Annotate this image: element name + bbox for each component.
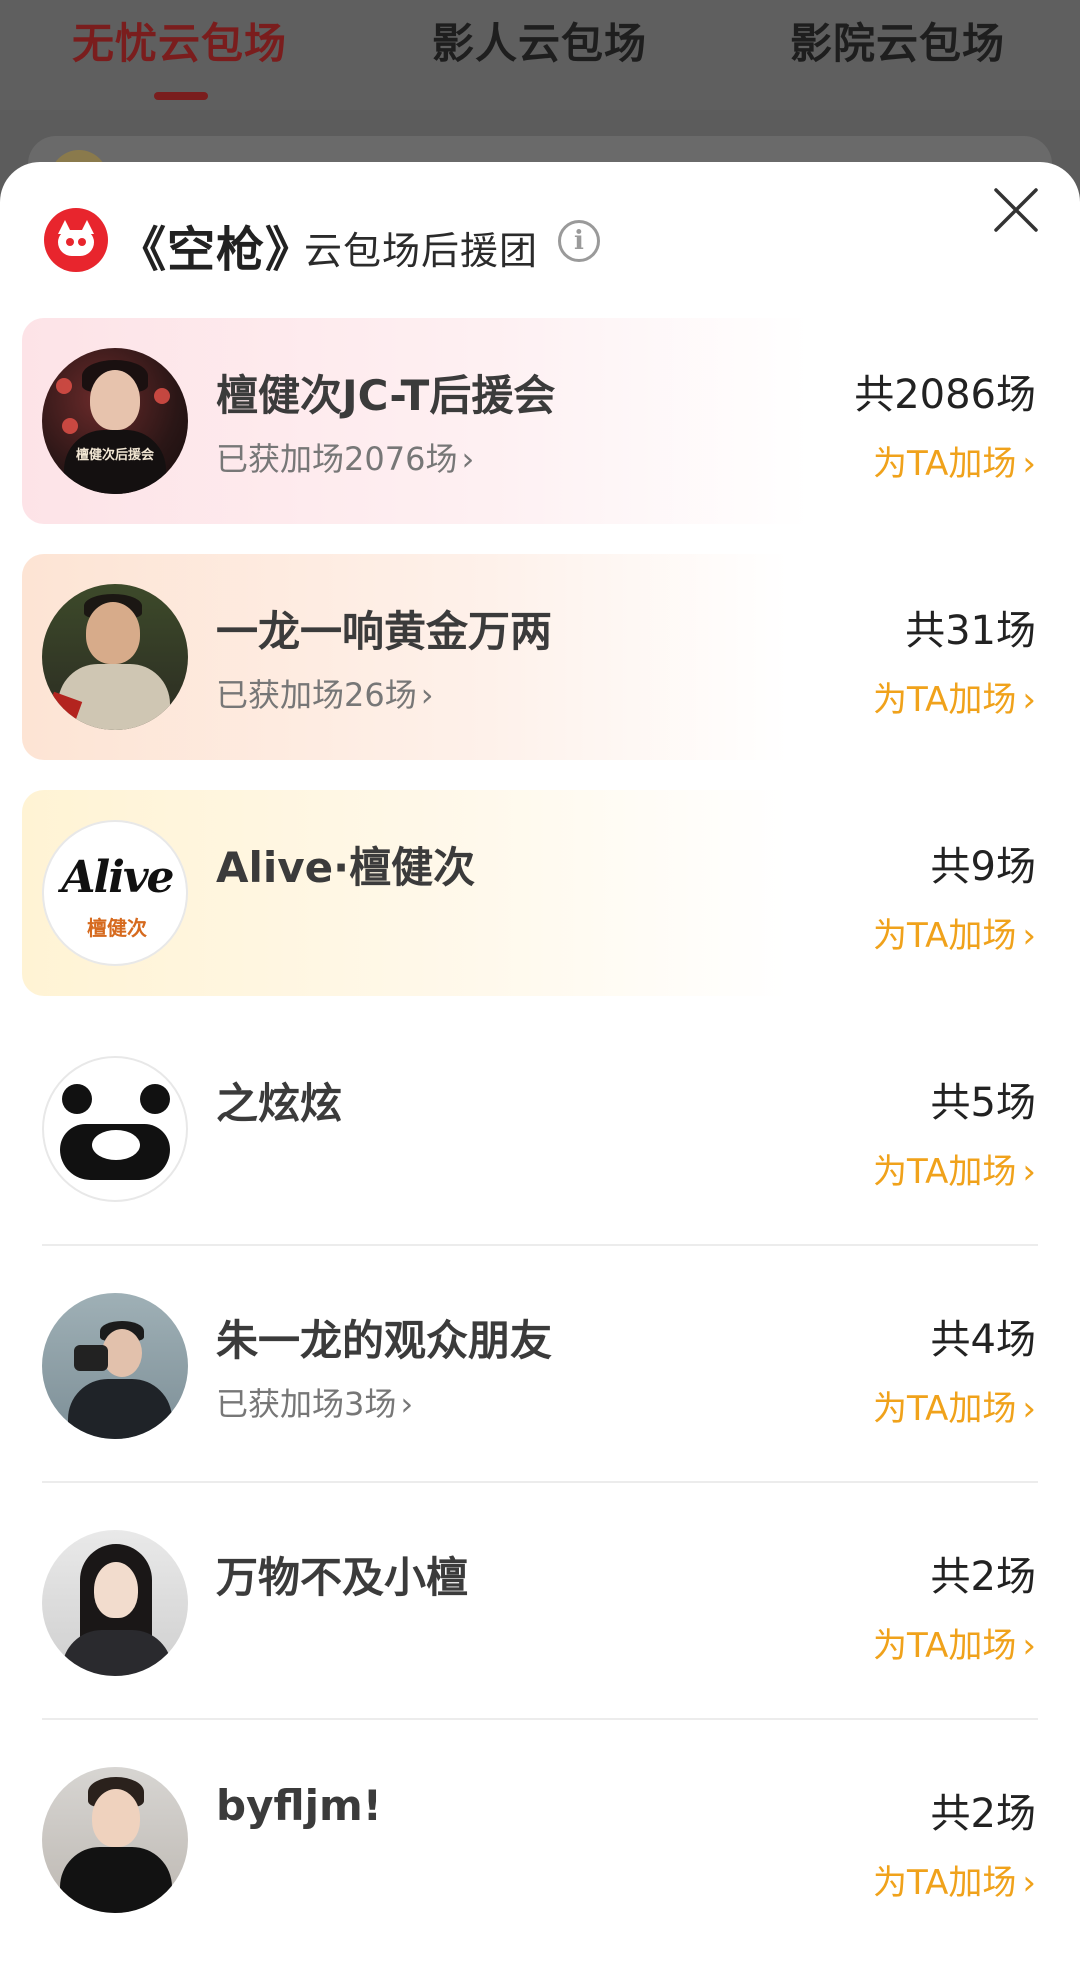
total-count: 共2场 [930, 1791, 1036, 1837]
got-extra-link[interactable]: 已获加场26场 › [216, 670, 434, 716]
avatar [42, 1056, 188, 1202]
chevron-right-icon: › [1022, 444, 1036, 484]
boost-button[interactable]: 为TA加场 › [873, 672, 1036, 721]
divider [42, 1481, 1038, 1483]
total-count: 共31场 [905, 608, 1036, 654]
boost-button[interactable]: 为TA加场 › [873, 908, 1036, 957]
group-name: 之炫炫 [216, 1079, 343, 1128]
close-icon[interactable] [990, 184, 1042, 236]
total-count: 共9场 [930, 844, 1036, 890]
list-item[interactable]: 一龙一响黄金万两 已获加场26场 › 共31场 为TA加场 › [22, 554, 1058, 760]
avatar: 檀健次后援会 [42, 348, 188, 494]
boost-button[interactable]: 为TA加场 › [873, 1618, 1036, 1667]
group-name: byfljm! [216, 1781, 382, 1830]
total-count: 共4场 [930, 1317, 1036, 1363]
group-name: Alive·檀健次 [216, 843, 476, 892]
avatar [42, 1767, 188, 1913]
avatar-cn-text: 檀健次 [87, 916, 147, 940]
divider [42, 1244, 1038, 1246]
cat-logo-icon [44, 208, 108, 272]
avatar [42, 1293, 188, 1439]
got-extra-link[interactable]: 已获加场2076场 › [216, 434, 474, 480]
group-name: 朱一龙的观众朋友 [216, 1316, 553, 1365]
active-tab-indicator [154, 92, 208, 100]
list-item[interactable]: Alive 檀健次 Alive·檀健次 共9场 为TA加场 › [22, 790, 1058, 996]
avatar-caption: 檀健次后援会 [75, 448, 154, 463]
info-icon[interactable]: i [558, 220, 600, 262]
group-name: 万物不及小檀 [216, 1553, 469, 1602]
avatar [42, 584, 188, 730]
boost-button[interactable]: 为TA加场 › [873, 1855, 1036, 1904]
chevron-right-icon: › [420, 676, 434, 714]
avatar [42, 1530, 188, 1676]
chevron-right-icon: › [1022, 1389, 1036, 1429]
chevron-right-icon: › [1022, 1152, 1036, 1192]
total-count: 共5场 [930, 1080, 1036, 1126]
chevron-right-icon: › [1022, 916, 1036, 956]
tab-yingyuan[interactable]: 影院云包场 [790, 10, 1005, 71]
chevron-right-icon: › [461, 440, 475, 478]
list-item[interactable]: 檀健次后援会 檀健次JC-T后援会 已获加场2076场 › 共2086场 为TA加… [22, 318, 1058, 524]
divider [42, 1718, 1038, 1720]
movie-title: 《空枪》 [118, 222, 315, 278]
avatar: Alive 檀健次 [42, 820, 188, 966]
support-group-sheet: 《空枪》 云包场后援团 i 檀健次后援会 檀健次JC-T后援会 已获加场2076… [0, 162, 1080, 1962]
tab-yingren[interactable]: 影人云包场 [432, 10, 647, 71]
chevron-right-icon: › [400, 1385, 414, 1423]
avatar-script-text: Alive [61, 852, 174, 903]
chevron-right-icon: › [1022, 1626, 1036, 1666]
boost-button[interactable]: 为TA加场 › [873, 436, 1036, 485]
group-name: 一龙一响黄金万两 [216, 607, 553, 656]
list-item[interactable]: 之炫炫 共5场 为TA加场 › [22, 1026, 1058, 1232]
boost-button[interactable]: 为TA加场 › [873, 1144, 1036, 1193]
boost-button[interactable]: 为TA加场 › [873, 1381, 1036, 1430]
list-item[interactable]: byfljm! 共2场 为TA加场 › [22, 1737, 1058, 1943]
tab-wuyou[interactable]: 无忧云包场 [72, 10, 287, 71]
top-tab-bar: 无忧云包场 影人云包场 影院云包场 [0, 0, 1080, 110]
chevron-right-icon: › [1022, 680, 1036, 720]
list-item[interactable]: 朱一龙的观众朋友 已获加场3场 › 共4场 为TA加场 › [22, 1263, 1058, 1469]
chevron-right-icon: › [1022, 1863, 1036, 1903]
total-count: 共2086场 [854, 372, 1036, 418]
got-extra-link[interactable]: 已获加场3场 › [216, 1379, 413, 1425]
total-count: 共2场 [930, 1554, 1036, 1600]
list-item[interactable]: 万物不及小檀 共2场 为TA加场 › [22, 1500, 1058, 1706]
group-name: 檀健次JC-T后援会 [216, 371, 556, 420]
sheet-subtitle: 云包场后援团 [304, 229, 539, 273]
